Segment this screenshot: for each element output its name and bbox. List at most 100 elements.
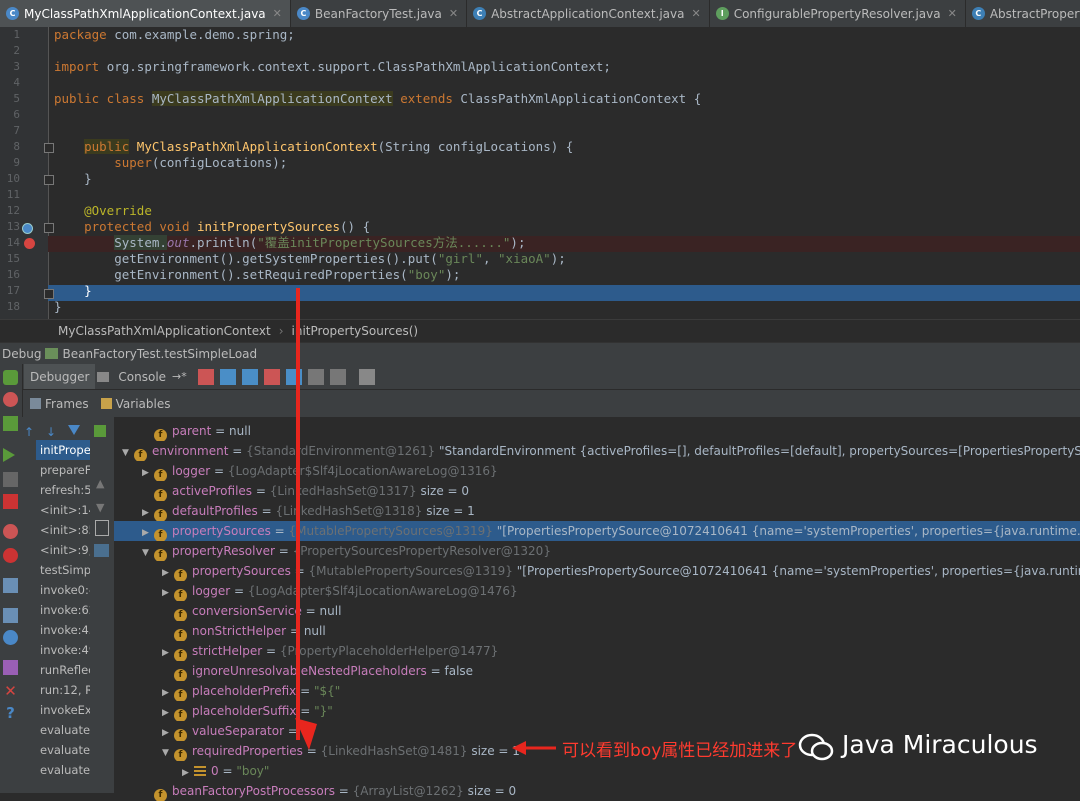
close-icon[interactable]: ✕ — [948, 7, 957, 20]
run-to-cursor-icon[interactable] — [329, 368, 346, 385]
filter-icon[interactable] — [68, 425, 80, 435]
fold-icon[interactable] — [44, 223, 54, 233]
variable-row[interactable]: f conversionService = null — [114, 601, 1080, 621]
fold-icon[interactable] — [44, 175, 54, 185]
frame-item[interactable]: invokeEx — [40, 700, 90, 720]
frame-item[interactable]: invoke:43 — [40, 620, 90, 640]
tab-beanfactorytest[interactable]: C BeanFactoryTest.java ✕ — [291, 0, 468, 27]
add-watch-icon[interactable] — [94, 425, 106, 437]
collapsed-arrow-icon[interactable]: ▶ — [142, 523, 154, 541]
breakpoint-icon[interactable] — [24, 238, 35, 249]
variables-tab[interactable]: Variables — [116, 397, 171, 411]
frame-item[interactable]: <init>:9, — [40, 540, 90, 560]
view-breakpoints-icon[interactable] — [3, 524, 18, 539]
down-arrow-icon[interactable]: ↓ — [46, 425, 56, 439]
step-over-icon[interactable] — [219, 368, 236, 385]
evaluate-expression-icon[interactable] — [358, 368, 375, 385]
variable-row[interactable]: ▶ 0 = "boy" — [114, 761, 1080, 781]
pause-icon[interactable] — [3, 472, 18, 487]
frame-item[interactable]: invoke:62 — [40, 600, 90, 620]
variable-row[interactable]: f nonStrictHelper = null — [114, 621, 1080, 641]
help-icon[interactable]: ? — [3, 706, 18, 721]
close-icon[interactable]: ✕ — [449, 7, 458, 20]
frame-item[interactable]: refresh:5 — [40, 480, 90, 500]
tab-configurablepropertyresolver[interactable]: I ConfigurablePropertyResolver.java ✕ — [710, 0, 966, 27]
expanded-arrow-icon[interactable]: ▼ — [122, 443, 134, 461]
resume-icon[interactable] — [3, 448, 15, 462]
frames-tab[interactable]: Frames — [45, 397, 89, 411]
collapsed-arrow-icon[interactable]: ▶ — [142, 503, 154, 521]
close-icon[interactable]: ✕ — [3, 684, 18, 699]
frame-item[interactable]: evaluate: — [40, 740, 90, 760]
collapsed-arrow-icon[interactable]: ▶ — [162, 703, 174, 721]
code-editor[interactable]: package com.example.demo.spring; import … — [0, 27, 1080, 319]
collapsed-arrow-icon[interactable]: ▶ — [162, 563, 174, 581]
tab-abstractapplicationcontext[interactable]: C AbstractApplicationContext.java ✕ — [467, 0, 710, 27]
close-icon[interactable]: ✕ — [273, 7, 282, 20]
frame-item[interactable]: invoke:49 — [40, 640, 90, 660]
debug-session-name[interactable]: BeanFactoryTest.testSimpleLoad — [62, 347, 257, 361]
frame-item[interactable]: <init>:85 — [40, 520, 90, 540]
collapsed-arrow-icon[interactable]: ▶ — [182, 763, 194, 781]
variable-row[interactable]: f parent = null — [114, 421, 1080, 441]
breadcrumb-method[interactable]: initPropertySources() — [292, 324, 419, 338]
variable-row[interactable]: ▶ f logger = {LogAdapter$Slf4jLocationAwar… — [114, 461, 1080, 481]
frame-item[interactable]: evaluate: — [40, 720, 90, 740]
variable-row[interactable]: ▼ f environment = {StandardEnvironment@126… — [114, 441, 1080, 461]
force-step-into-icon[interactable] — [263, 368, 280, 385]
drop-frame-icon[interactable] — [307, 368, 324, 385]
restore-layout-icon[interactable] — [94, 544, 109, 557]
mute-breakpoints-icon[interactable] — [3, 548, 18, 563]
up-arrow-icon[interactable]: ▲ — [96, 477, 104, 490]
collapsed-arrow-icon[interactable]: ▶ — [162, 723, 174, 741]
pin-icon[interactable]: →* — [172, 370, 187, 383]
fold-icon[interactable] — [44, 143, 54, 153]
variable-row[interactable]: ▶fpropertySources = {MutablePropertySour… — [114, 561, 1080, 581]
variable-row[interactable]: ▶ f logger = {LogAdapter$Slf4jLocationAwar… — [114, 581, 1080, 601]
variable-row[interactable]: ▶ f strictHelper = {PropertyPlaceholderHel… — [114, 641, 1080, 661]
rerun-icon[interactable] — [3, 370, 18, 385]
breakpoint-config-icon[interactable] — [3, 392, 18, 407]
tab-debugger[interactable]: Debugger — [24, 364, 96, 389]
show-execution-point-icon[interactable] — [197, 368, 214, 385]
up-arrow-icon[interactable]: ↑ — [24, 425, 34, 439]
frame-item[interactable]: runReflec — [40, 660, 90, 680]
breadcrumb-class[interactable]: MyClassPathXmlApplicationContext — [58, 324, 271, 338]
frame-item[interactable]: initPrope — [36, 440, 90, 460]
stop-icon[interactable] — [3, 494, 18, 509]
tab-console[interactable]: Console — [112, 364, 172, 389]
expanded-arrow-icon[interactable]: ▼ — [162, 743, 174, 761]
variable-row[interactable]: f activeProfiles = {LinkedHashSet@1317} s… — [114, 481, 1080, 501]
variable-row[interactable]: ▶ f defaultProfiles = {LinkedHashSet@1318}… — [114, 501, 1080, 521]
copy-stack-icon[interactable] — [95, 520, 109, 536]
fold-icon[interactable] — [44, 289, 54, 299]
gear-icon[interactable] — [3, 630, 18, 645]
camera-icon[interactable] — [3, 578, 18, 593]
variable-row[interactable]: ▼ f propertyResolver = {PropertySourcesPro… — [114, 541, 1080, 561]
frame-item[interactable]: run:12, R — [40, 680, 90, 700]
resume-layout-icon[interactable] — [3, 416, 18, 431]
variable-row[interactable]: ▶ f placeholderSuffix = "}" — [114, 701, 1080, 721]
frame-item[interactable]: invoke0:- — [40, 580, 90, 600]
down-arrow-icon[interactable]: ▼ — [96, 501, 104, 514]
frame-item[interactable]: evaluate: — [40, 760, 90, 780]
variable-row[interactable]: ▶fpropertySources = {MutablePropertySour… — [114, 521, 1080, 541]
tab-abstractpropertyresolver[interactable]: CAbstractPropertyResolver.java — [966, 0, 1080, 27]
collapsed-arrow-icon[interactable]: ▶ — [142, 463, 154, 481]
step-into-icon[interactable] — [241, 368, 258, 385]
expanded-arrow-icon[interactable]: ▼ — [142, 543, 154, 561]
collapsed-arrow-icon[interactable]: ▶ — [162, 583, 174, 601]
tab-myclasspathxml[interactable]: C MyClassPathXmlApplicationContext.java ✕ — [0, 0, 291, 27]
override-icon[interactable] — [22, 223, 33, 234]
pin-tab-icon[interactable] — [3, 660, 18, 675]
layout-icon[interactable] — [3, 608, 18, 623]
frame-item[interactable]: <init>:14 — [40, 500, 90, 520]
variable-row[interactable]: f ignoreUnresolvableNestedPlaceholders = … — [114, 661, 1080, 681]
collapsed-arrow-icon[interactable]: ▶ — [162, 683, 174, 701]
frame-item[interactable]: testSimp — [40, 560, 90, 580]
variable-row[interactable]: f beanFactoryPostProcessors = {ArrayList@… — [114, 781, 1080, 801]
close-icon[interactable]: ✕ — [691, 7, 700, 20]
variable-row[interactable]: ▶ f placeholderPrefix = "${" — [114, 681, 1080, 701]
frame-item[interactable]: prepareF — [40, 460, 90, 480]
collapsed-arrow-icon[interactable]: ▶ — [162, 643, 174, 661]
